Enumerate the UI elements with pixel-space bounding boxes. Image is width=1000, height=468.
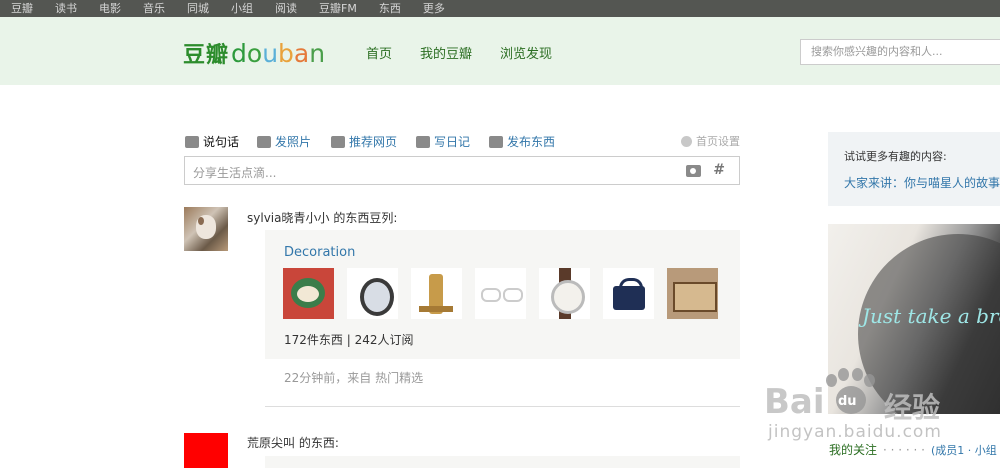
speech-bubble-icon xyxy=(185,135,199,148)
thumbnail-box[interactable] xyxy=(667,268,718,319)
search-input[interactable]: 搜索你感兴趣的内容和人... xyxy=(800,39,1000,65)
composer-tabs: 说句话 发照片 推荐网页 写日记 发布东西 首页设置 xyxy=(185,133,740,151)
hashtag-icon[interactable]: # xyxy=(713,162,725,178)
nav-explore[interactable]: 浏览发现 xyxy=(500,43,552,62)
feed-item-meta: 22分钟前，来自 热门精选 xyxy=(284,371,424,385)
topnav-item-read[interactable]: 阅读 xyxy=(275,0,297,17)
logo-en-text: douban xyxy=(231,39,326,68)
homepage-settings-link[interactable]: 首页设置 xyxy=(681,133,740,149)
try-more-link[interactable]: 大家来讲：你与喵星人的故事 xyxy=(844,174,1000,191)
feed-action-text: 的东西豆列: xyxy=(333,211,398,225)
feed-user-link[interactable]: sylvia晓青小小 xyxy=(247,211,329,225)
tab-photo[interactable]: 发照片 xyxy=(257,133,311,150)
baidu-jingyan-watermark: Bai du 经验 jingyan.baidu.com xyxy=(762,360,1000,468)
tab-diary[interactable]: 写日记 xyxy=(416,133,470,150)
try-more-label: 试试更多有趣的内容: xyxy=(844,150,947,163)
tab-publish-thing[interactable]: 发布东西 xyxy=(489,133,555,150)
thumbnail-wristwatch[interactable] xyxy=(539,268,590,319)
avatar[interactable] xyxy=(184,207,228,251)
bag-icon xyxy=(489,135,503,148)
feed-user-link[interactable]: 荒原尖叫 xyxy=(247,436,295,450)
thumbnail-handbag[interactable] xyxy=(603,268,654,319)
topnav-item-douban[interactable]: 豆瓣 xyxy=(11,0,33,17)
watermark-url: jingyan.baidu.com xyxy=(768,422,942,442)
status-input[interactable]: 分享生活点滴... # xyxy=(184,156,740,185)
feed-action-text: 的东西: xyxy=(298,436,339,450)
topnav-item-books[interactable]: 读书 xyxy=(55,0,77,17)
topnav-item-local[interactable]: 同城 xyxy=(187,0,209,17)
topnav-item-things[interactable]: 东西 xyxy=(379,0,401,17)
photo-icon xyxy=(257,135,271,148)
avatar[interactable] xyxy=(184,433,228,468)
topnav-item-groups[interactable]: 小组 xyxy=(231,0,253,17)
doulist-stats: 172件东西 | 242人订阅 xyxy=(284,333,414,347)
nav-my-douban[interactable]: 我的豆瓣 xyxy=(420,43,472,62)
thumbnail-stand[interactable] xyxy=(411,268,462,319)
thumbnail-toy[interactable] xyxy=(283,268,334,319)
camera-icon[interactable] xyxy=(686,165,701,177)
diary-icon xyxy=(416,135,430,148)
main-nav: 首页 我的豆瓣 浏览发现 xyxy=(366,43,580,62)
topnav-item-movies[interactable]: 电影 xyxy=(99,0,121,17)
top-global-nav: 豆瓣 读书 电影 音乐 同城 小组 阅读 豆瓣FM 东西 更多 xyxy=(0,0,1000,17)
topnav-item-music[interactable]: 音乐 xyxy=(143,0,165,17)
doulist-thumbnails xyxy=(283,268,731,319)
douban-logo[interactable]: 豆瓣 douban xyxy=(183,37,325,69)
doulist-card: Decoration 172件东西 | 242人订阅 xyxy=(265,230,740,359)
logo-cn-text: 豆瓣 xyxy=(183,43,230,68)
watermark-jingyan: 经验 xyxy=(884,391,941,424)
link-icon xyxy=(331,135,345,148)
try-more-box: 试试更多有趣的内容: 大家来讲：你与喵星人的故事 xyxy=(828,132,1000,206)
feed-card xyxy=(265,456,740,468)
thumbnail-glasses[interactable] xyxy=(475,268,526,319)
topnav-item-fm[interactable]: 豆瓣FM xyxy=(319,0,357,17)
feed-item-header: sylvia晓青小小 的东西豆列: xyxy=(247,209,397,226)
gear-icon xyxy=(681,135,692,147)
feed-divider xyxy=(265,406,740,407)
nav-home[interactable]: 首页 xyxy=(366,43,392,62)
tab-say[interactable]: 说句话 xyxy=(185,133,239,150)
topnav-item-more[interactable]: 更多 xyxy=(423,0,445,17)
watermark-du: du xyxy=(838,394,857,409)
watermark-brand: Bai xyxy=(764,382,825,422)
site-header: 豆瓣 douban 首页 我的豆瓣 浏览发现 搜索你感兴趣的内容和人... xyxy=(0,17,1000,85)
feed-item-header: 荒原尖叫 的东西: xyxy=(247,434,339,451)
thumbnail-watch[interactable] xyxy=(347,268,398,319)
paw-icon: du xyxy=(824,368,876,416)
status-input-placeholder: 分享生活点滴... xyxy=(193,166,277,180)
ad-banner-text: Just take a bre xyxy=(862,304,1000,328)
doulist-title-link[interactable]: Decoration xyxy=(284,245,355,260)
tab-recommend-link[interactable]: 推荐网页 xyxy=(331,133,397,150)
